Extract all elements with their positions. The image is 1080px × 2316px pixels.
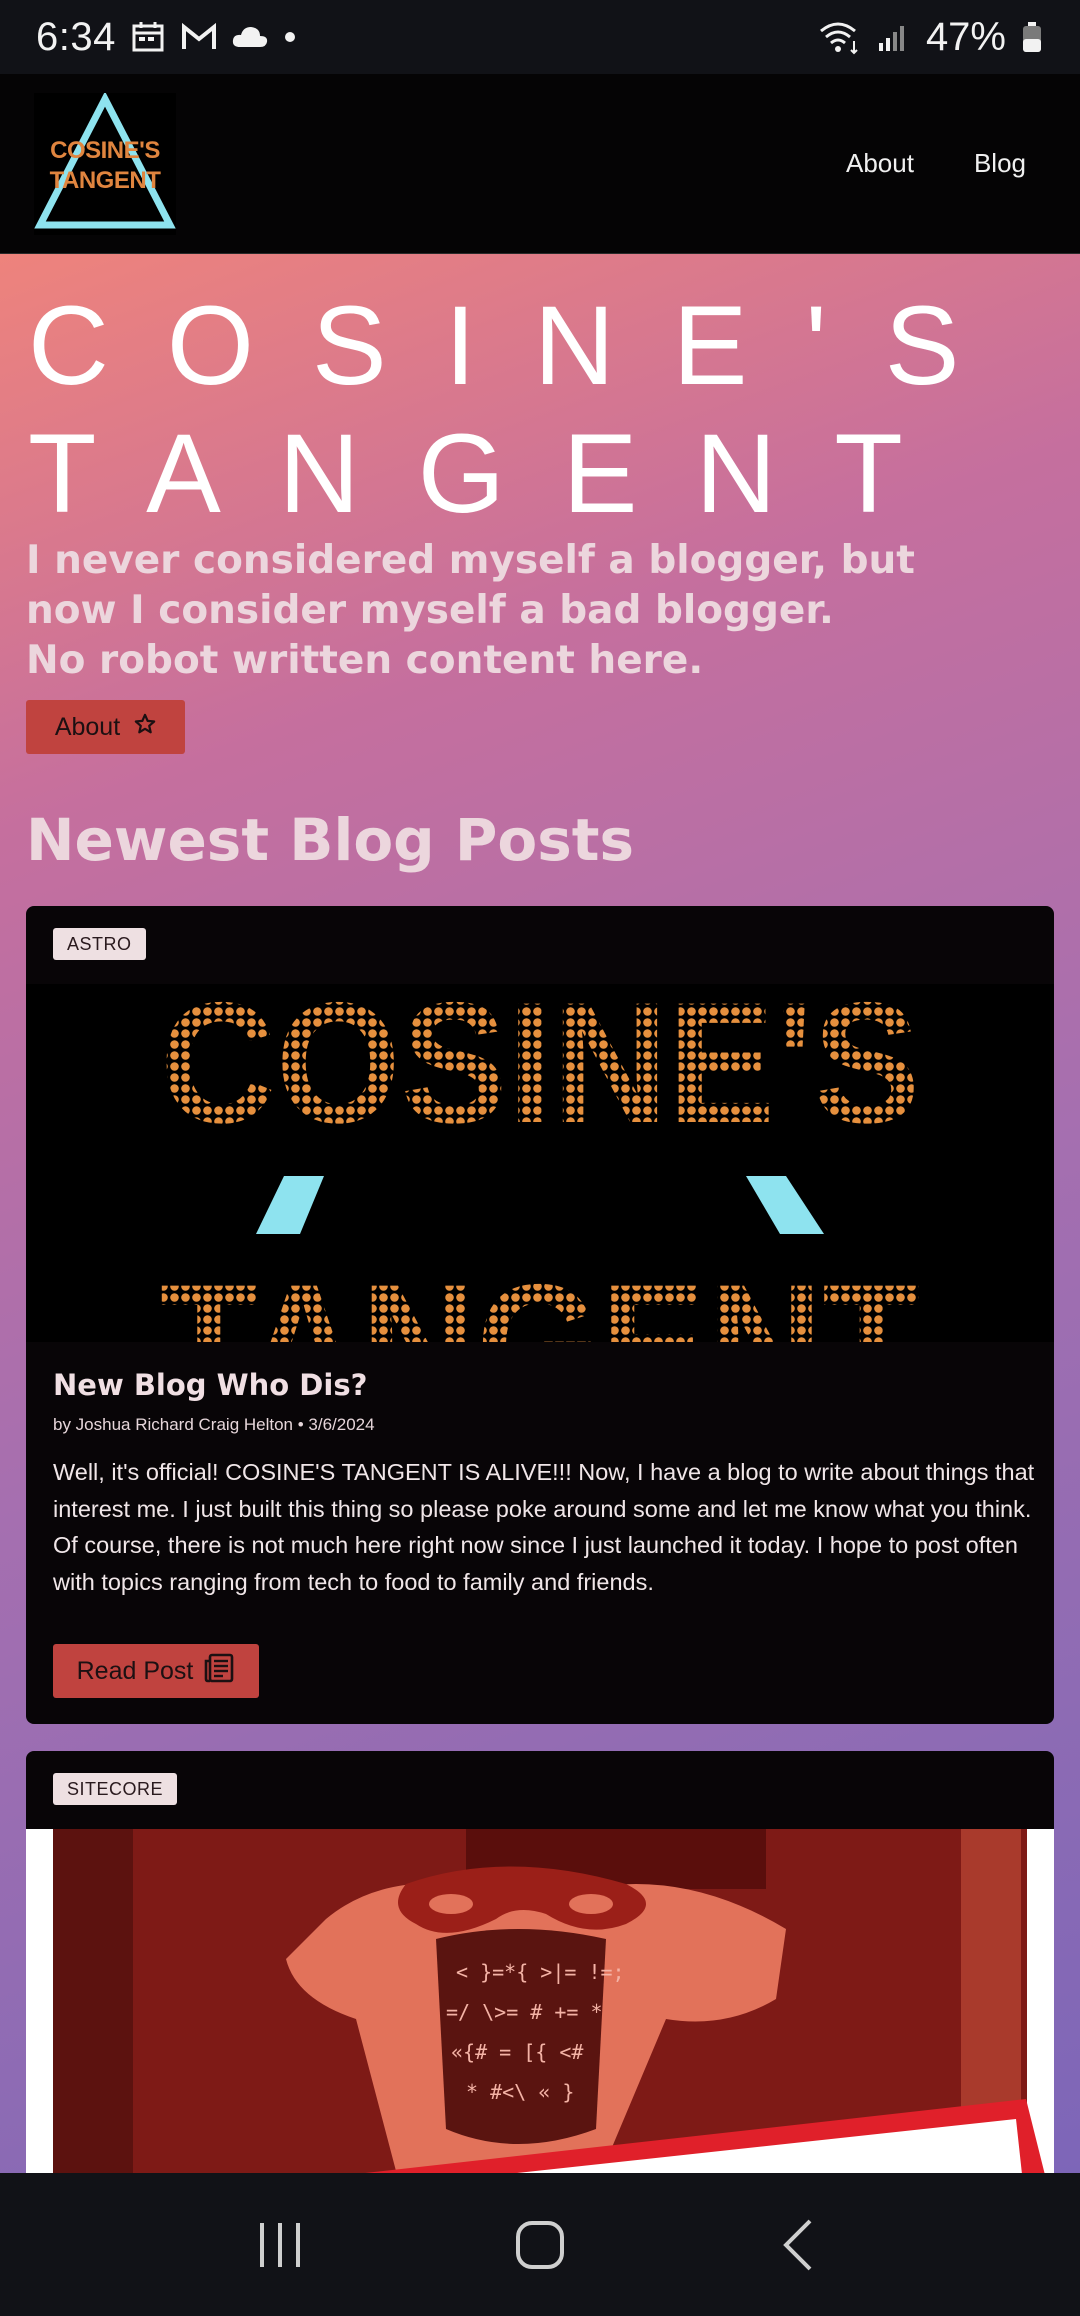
tagline-line3: No robot written content here.: [26, 638, 704, 683]
gmail-icon: [180, 19, 216, 55]
logo-text-line2: TANGENT: [49, 166, 161, 194]
blog-post-card[interactable]: ASTRO COSINE'S TANGENT New Blog W: [26, 906, 1054, 1724]
post-title[interactable]: New Blog Who Dis?: [53, 1368, 367, 1402]
home-icon: [516, 2220, 564, 2269]
read-post-label: Read Post: [76, 1656, 194, 1685]
hero-title-line1: COSINE'S: [28, 283, 1018, 408]
newspaper-icon: [203, 1652, 235, 1691]
tagline-line2: now I consider myself a bad blogger.: [26, 588, 834, 633]
nav-link-blog[interactable]: Blog: [974, 148, 1026, 179]
wifi-icon: [818, 19, 862, 55]
post-tag[interactable]: SITECORE: [53, 1773, 178, 1805]
read-post-button[interactable]: Read Post: [53, 1644, 259, 1698]
svg-text:«{# = [{ <#: «{# = [{ <#: [451, 2040, 583, 2064]
site-header: COSINE'S TANGENT About Blog: [0, 74, 1080, 254]
main-nav: About Blog: [846, 148, 1046, 179]
battery-icon: [1020, 19, 1044, 55]
post-meta: by Joshua Richard Craig Helton • 3/6/202…: [53, 1415, 375, 1434]
post-tag[interactable]: ASTRO: [53, 928, 146, 960]
battery-percent: 47%: [925, 14, 1006, 59]
hero-title: COSINE'S TANGENT: [28, 282, 1068, 538]
tagline-line1: I never considered myself a blogger, but: [26, 538, 915, 583]
logo-text-line1: COSINE'S: [50, 136, 160, 164]
section-title: Newest Blog Posts: [26, 806, 635, 874]
hero-title-line2: TANGENT: [28, 411, 961, 536]
post-cover-image[interactable]: < }=*{ >|= !=; =/ \>= # += * «{# = [{ <#…: [26, 1829, 1054, 2173]
svg-text:=/ \>= # += *: =/ \>= # += *: [446, 2000, 603, 2024]
blog-post-card[interactable]: SITECORE < }=*{ >|= !=; =/ \>= # += * «{…: [26, 1751, 1054, 2173]
about-button[interactable]: About: [26, 700, 185, 754]
post-excerpt: Well, it's official! COSINE'S TANGENT IS…: [53, 1459, 1035, 1595]
svg-text:* #<\ « }: * #<\ « }: [466, 2080, 574, 2104]
recent-apps-icon: [260, 2222, 300, 2267]
signal-icon: [876, 19, 912, 55]
star-icon: [134, 713, 156, 742]
about-button-label: About: [54, 712, 121, 741]
svg-text:< }=*{ >|= !=;: < }=*{ >|= !=;: [456, 1960, 625, 1984]
dot-icon: [280, 19, 300, 55]
status-left: 6:34: [36, 15, 300, 60]
home-button[interactable]: [500, 2205, 580, 2285]
status-time: 6:34: [36, 14, 116, 59]
recent-apps-button[interactable]: [240, 2205, 320, 2285]
system-nav-bar: [0, 2173, 1080, 2316]
cloud-icon: [230, 19, 267, 55]
site-logo[interactable]: COSINE'S TANGENT: [34, 92, 176, 235]
post-cover-image[interactable]: COSINE'S TANGENT: [26, 984, 1054, 1342]
calendar-icon: [130, 19, 166, 55]
status-right: 47%: [818, 15, 1044, 60]
back-icon: [783, 2219, 812, 2270]
status-bar: 6:34 47%: [0, 0, 1080, 74]
hero-tagline: I never considered myself a blogger, but…: [26, 536, 1026, 686]
page-content: COSINE'S TANGENT I never considered myse…: [0, 254, 1080, 2173]
back-button[interactable]: [760, 2205, 840, 2285]
nav-link-about[interactable]: About: [846, 148, 914, 179]
